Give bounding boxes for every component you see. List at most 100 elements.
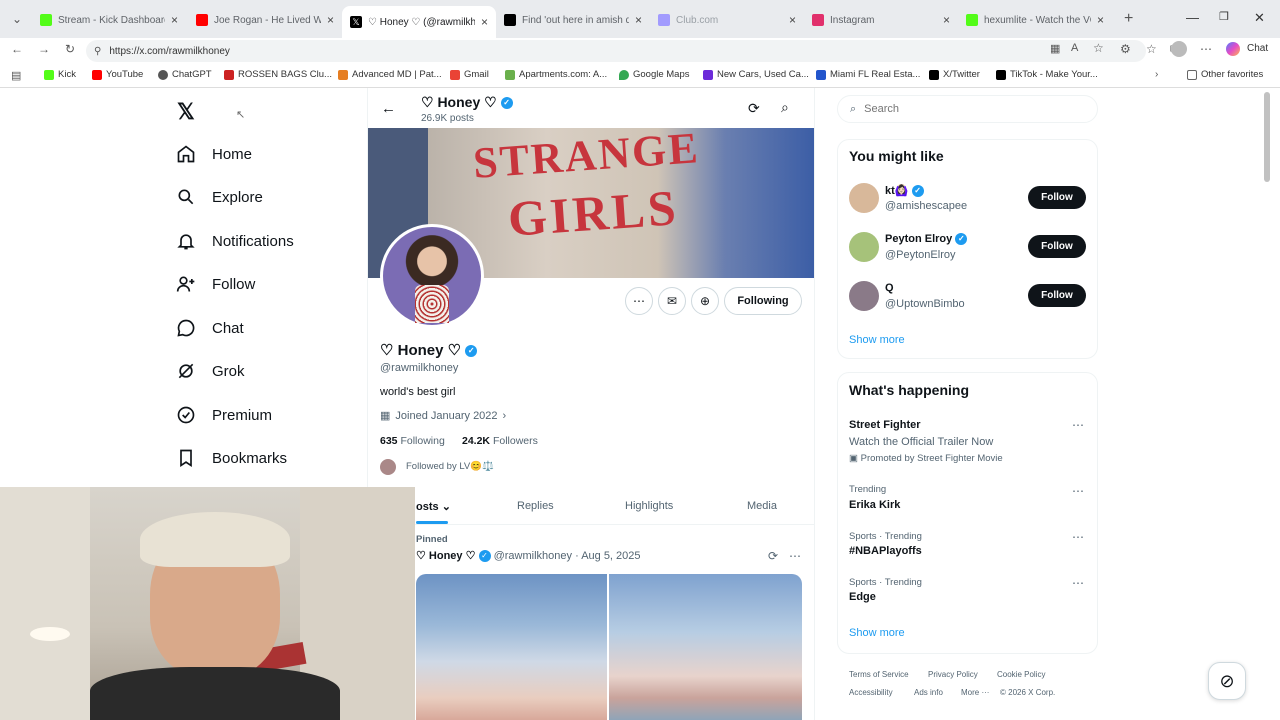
bookmark-apartments[interactable]: Apartments.com: A... — [505, 69, 607, 80]
tab-close-icon[interactable]: × — [943, 13, 950, 27]
minimize-icon[interactable]: — — [1186, 10, 1199, 25]
new-tab-icon[interactable]: + — [1124, 10, 1133, 28]
post-image[interactable] — [609, 574, 802, 720]
nav-bookmarks[interactable]: Bookmarks — [176, 448, 287, 468]
bookmark-cars[interactable]: New Cars, Used Ca... — [703, 69, 809, 80]
bookmark-real-estate[interactable]: Miami FL Real Esta... — [816, 69, 920, 80]
profile-avatar-icon[interactable] — [1171, 41, 1187, 57]
bookmark-advancedmd[interactable]: Advanced MD | Pat... — [338, 69, 442, 80]
tab-highlights[interactable]: Highlights — [625, 500, 673, 512]
forward-icon[interactable]: → — [38, 42, 50, 56]
ads-info-link[interactable]: Ads info — [914, 688, 943, 697]
address-bar[interactable]: ⚲ https://x.com/rawmilkhoney — [86, 40, 1146, 62]
tab-close-icon[interactable]: × — [327, 13, 334, 27]
follow-button[interactable]: Follow — [1028, 284, 1086, 307]
nav-follow[interactable]: Follow — [176, 274, 255, 294]
bookmark-x-twitter[interactable]: X/Twitter — [929, 69, 980, 80]
message-button[interactable]: ✉ — [658, 287, 686, 315]
browser-tab[interactable]: Club.com × — [650, 6, 804, 34]
tab-close-icon[interactable]: × — [171, 13, 178, 27]
back-arrow-icon[interactable]: ← — [381, 100, 396, 117]
search-input[interactable] — [864, 103, 1065, 115]
follow-button[interactable]: Follow — [1028, 186, 1086, 209]
tab-posts[interactable]: osts ⌄ — [416, 500, 451, 513]
copilot-icon[interactable] — [1226, 42, 1240, 56]
trend-topic[interactable]: #NBAPlayoffs — [849, 545, 922, 557]
avatar[interactable] — [849, 232, 879, 262]
followers-count[interactable]: 24.2K Followers — [462, 435, 538, 447]
browser-tab[interactable]: Instagram × — [804, 6, 958, 34]
nav-notifications[interactable]: Notifications — [176, 231, 294, 251]
joined-date[interactable]: ▦ Joined January 2022 › — [380, 409, 506, 423]
show-more-link[interactable]: Show more — [849, 334, 905, 346]
tab-replies[interactable]: Replies — [517, 500, 554, 512]
browser-tab[interactable]: hexumlite - Watch the VOD× — [958, 6, 1112, 34]
grok-analyze-icon[interactable]: ⟳ — [748, 100, 760, 117]
browser-tab-active[interactable]: 𝕏♡ Honey ♡ (@rawmilkhoney× — [342, 6, 496, 38]
bookmarks-overflow-icon[interactable]: › — [1155, 69, 1158, 80]
terms-link[interactable]: Terms of Service — [849, 670, 909, 679]
grok-floating-button[interactable]: ⊘ — [1208, 662, 1246, 700]
browser-tab[interactable]: Joe Rogan - He Lived With M× — [188, 6, 342, 34]
browser-tab[interactable]: Stream - Kick Dashboard × — [32, 6, 186, 34]
bookmark-rossen[interactable]: ROSSEN BAGS Clu... — [224, 69, 332, 80]
show-more-link[interactable]: Show more — [849, 627, 905, 639]
nav-explore[interactable]: Explore — [176, 187, 263, 207]
scrollbar-thumb[interactable] — [1264, 92, 1270, 182]
window-close-icon[interactable]: ✕ — [1254, 10, 1265, 26]
chat-button[interactable]: Chat — [1247, 43, 1268, 54]
favorite-star-icon[interactable]: ☆ — [1093, 41, 1104, 55]
search-field[interactable]: ⌕ — [837, 95, 1098, 123]
bookmark-google-maps[interactable]: Google Maps — [619, 69, 690, 80]
back-icon[interactable]: ← — [11, 42, 23, 56]
followed-by[interactable]: Followed by LV😊⚖️ — [406, 461, 494, 472]
read-aloud-icon[interactable]: A — [1071, 42, 1078, 54]
cookie-link[interactable]: Cookie Policy — [997, 670, 1045, 679]
bookmark-gmail[interactable]: Gmail — [450, 69, 489, 80]
restore-icon[interactable]: ❐ — [1219, 10, 1229, 23]
trend-topic[interactable]: Erika Kirk — [849, 499, 900, 511]
more-icon[interactable]: ⋯ — [1072, 530, 1085, 544]
tab-close-icon[interactable]: × — [635, 13, 642, 27]
avatar[interactable] — [849, 281, 879, 311]
site-info-icon[interactable]: ⚲ — [94, 46, 101, 57]
tab-close-icon[interactable]: × — [481, 15, 488, 29]
post-image[interactable] — [416, 574, 607, 720]
post-more-icon[interactable]: ⋯ — [789, 549, 801, 563]
follow-button[interactable]: Follow — [1028, 235, 1086, 258]
x-logo-icon[interactable]: 𝕏 — [177, 99, 195, 125]
nav-home[interactable]: Home — [176, 144, 252, 164]
notify-button[interactable]: ⊕ — [691, 287, 719, 315]
tab-media[interactable]: Media — [747, 500, 777, 512]
more-icon[interactable]: ⋯ — [1200, 42, 1212, 56]
tab-close-icon[interactable]: × — [1097, 13, 1104, 27]
more-link[interactable]: More ··· — [961, 688, 989, 697]
other-favorites[interactable]: Other favorites — [1187, 69, 1263, 80]
search-icon[interactable]: ⌕ — [781, 99, 789, 116]
browser-tab[interactable]: Find 'out here in amish doin× — [496, 6, 650, 34]
bookmarks-menu-icon[interactable]: ▤ — [11, 69, 21, 82]
accessibility-link[interactable]: Accessibility — [849, 688, 893, 697]
extension-icon[interactable]: ⚙ — [1120, 42, 1131, 56]
following-count[interactable]: 635 Following — [380, 435, 445, 447]
tab-close-icon[interactable]: × — [789, 13, 796, 27]
profile-avatar[interactable] — [380, 224, 484, 328]
apps-icon[interactable]: ▦ — [1050, 42, 1060, 55]
following-button[interactable]: Following — [724, 287, 802, 315]
more-icon[interactable]: ⋯ — [1072, 418, 1085, 432]
bookmark-youtube[interactable]: YouTube — [92, 69, 143, 80]
privacy-link[interactable]: Privacy Policy — [928, 670, 978, 679]
more-icon[interactable]: ⋯ — [1072, 484, 1085, 498]
nav-chat[interactable]: Chat — [176, 318, 244, 338]
tab-list-chevron-icon[interactable]: ⌄ — [12, 12, 22, 26]
nav-grok[interactable]: Grok — [176, 361, 245, 381]
bookmark-tiktok[interactable]: TikTok - Make Your... — [996, 69, 1098, 80]
reload-icon[interactable]: ↻ — [65, 42, 75, 56]
favorites-icon[interactable]: ☆ — [1146, 42, 1157, 56]
trend-topic[interactable]: Edge — [849, 591, 876, 603]
nav-premium[interactable]: Premium — [176, 405, 272, 425]
bookmark-chatgpt[interactable]: ChatGPT — [158, 69, 212, 80]
more-icon[interactable]: ⋯ — [1072, 576, 1085, 590]
promo-title[interactable]: Street Fighter — [849, 419, 921, 431]
more-options-button[interactable]: ⋯ — [625, 287, 653, 315]
